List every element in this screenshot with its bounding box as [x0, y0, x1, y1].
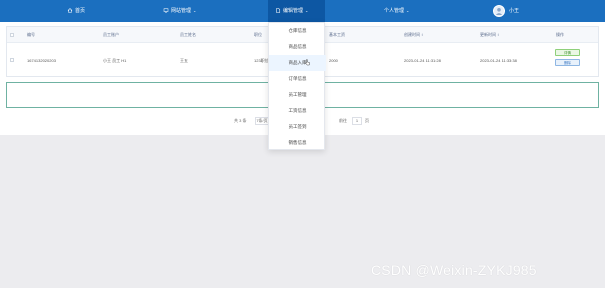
menu-item-employee-management[interactable]: 员工管理: [269, 87, 326, 103]
nav-edit-management[interactable]: 编辑管理 ⌄: [268, 0, 325, 22]
cell-name: 王五: [180, 58, 188, 63]
row-checkbox[interactable]: [10, 58, 14, 62]
top-navbar: 首页 网站管理 ⌄ 编辑管理 ⌄ 个人管理 ⌄ 小王: [0, 0, 605, 22]
pagination-page-unit: 页: [365, 118, 369, 123]
nav-edit-management-label: 编辑管理: [283, 8, 304, 14]
col-header-created[interactable]: 创建时间 ↕: [404, 32, 423, 38]
doc-icon: [276, 8, 281, 13]
select-all-checkbox[interactable]: [10, 33, 14, 37]
delete-button[interactable]: 删除: [555, 59, 580, 66]
menu-item-product-info[interactable]: 商品信息: [269, 39, 326, 55]
nav-site-management[interactable]: 网站管理 ⌄: [163, 0, 196, 22]
menu-item-salary-info[interactable]: 工资信息: [269, 103, 326, 119]
cell-id: 1674132020203: [27, 58, 56, 63]
menu-item-product-stock-in[interactable]: 商品入库: [269, 55, 326, 71]
nav-home[interactable]: 首页: [67, 0, 85, 22]
nav-site-management-label: 网站管理: [171, 8, 192, 14]
hand-cursor-icon: [305, 59, 310, 66]
current-user-name[interactable]: 小王: [509, 0, 519, 22]
avatar[interactable]: [493, 5, 505, 17]
chevron-down-icon: ⌄: [305, 8, 309, 13]
cell-position: 123职位: [254, 58, 269, 63]
nav-home-label: 首页: [75, 8, 86, 14]
edit-management-dropdown: 仓库信息 商品信息 商品入库 订单信息 员工管理 工资信息 员工签到 销售信息: [268, 22, 326, 151]
col-header-updated[interactable]: 更新时间 ↕: [480, 32, 499, 38]
pagination-total: 共 3 条: [234, 118, 247, 123]
menu-item-employee-checkin[interactable]: 员工签到: [269, 119, 326, 135]
col-header-position: 职位: [254, 32, 262, 37]
watermark: CSDN @Weixin-ZYKJ985: [371, 262, 537, 278]
detail-button[interactable]: 详情: [555, 49, 580, 56]
pagination-goto-label: 前往: [339, 118, 347, 123]
page-size-select[interactable]: 7条/页: [255, 117, 269, 125]
col-header-actions: 操作: [556, 32, 564, 37]
menu-item-order-info[interactable]: 订单信息: [269, 71, 326, 87]
col-header-name: 员工姓名: [180, 32, 196, 37]
nav-personal-management-label: 个人管理: [384, 8, 405, 14]
col-header-id: 编号: [27, 32, 35, 37]
chevron-down-icon: ⌄: [406, 8, 410, 13]
cell-created: 2023-01-24 11:31:28: [404, 58, 441, 63]
menu-item-warehouse-info[interactable]: 仓库信息: [269, 23, 326, 39]
user-avatar-icon: [495, 8, 503, 15]
cell-salary: 2000: [329, 58, 338, 63]
page-number-input[interactable]: 1: [352, 117, 362, 125]
chevron-down-icon: ⌄: [193, 8, 197, 13]
monitor-icon: [163, 8, 169, 13]
nav-personal-management[interactable]: 个人管理 ⌄: [384, 0, 409, 22]
cell-updated: 2023-01-24 11:33:38: [480, 58, 517, 63]
cell-account: 小王 员工 H1: [103, 58, 127, 63]
col-header-account: 员工账户: [103, 32, 119, 37]
menu-item-sales-info[interactable]: 销售信息: [269, 135, 326, 151]
col-header-salary: 基本工资: [329, 32, 345, 37]
home-icon: [67, 8, 73, 13]
